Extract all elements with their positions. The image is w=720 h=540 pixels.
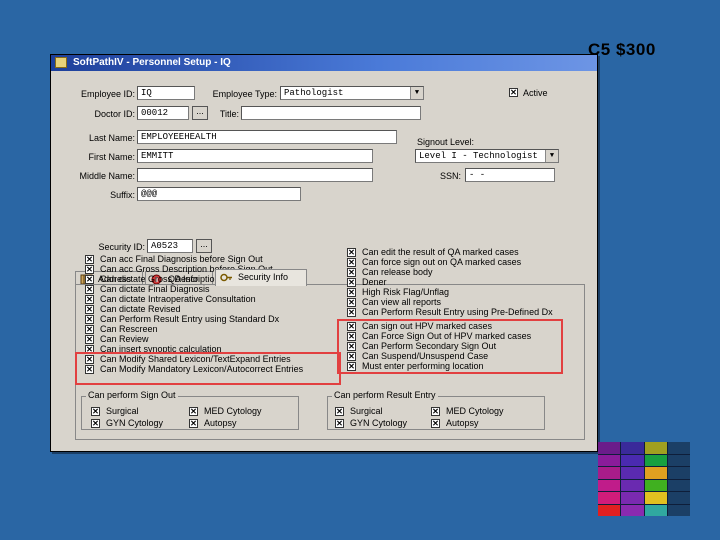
checkbox-label: MED Cytology xyxy=(446,406,504,416)
highlight-box-right xyxy=(337,319,563,374)
permission-label: Can Perform Result Entry using Pre-Defin… xyxy=(362,307,553,317)
permission-checkbox[interactable]: ✕ xyxy=(85,295,94,304)
chevron-down-icon[interactable]: ▼ xyxy=(545,150,558,162)
signout-level-select[interactable]: Level I - Technologist ▼ xyxy=(415,149,559,163)
permission-checkbox[interactable]: ✕ xyxy=(85,315,94,324)
signout-level-value: Level I - Technologist xyxy=(419,151,538,161)
permission-label: Can dictate Revised xyxy=(100,304,181,314)
tab-security-info-label: Security Info xyxy=(238,272,289,282)
permission-label: Can Rescreen xyxy=(100,324,158,334)
permission-label: Can release body xyxy=(362,267,433,277)
checkbox[interactable]: ✕ xyxy=(189,419,198,428)
checkbox[interactable]: ✕ xyxy=(335,419,344,428)
doctor-id-browse-button[interactable]: ... xyxy=(192,106,208,120)
checkbox-label: MED Cytology xyxy=(204,406,262,416)
active-checkbox[interactable]: ✕ xyxy=(509,88,518,97)
title-label: Title: xyxy=(219,109,239,119)
tab-security-info[interactable]: Security Info xyxy=(215,269,307,286)
signout-level-label: Signout Level: xyxy=(417,137,475,147)
doctor-id-label: Doctor ID: xyxy=(94,109,135,119)
slide-price-label: C5 $300 xyxy=(588,40,656,59)
key-icon xyxy=(220,273,232,282)
checkbox-label: GYN Cytology xyxy=(350,418,408,428)
middle-name-label: Middle Name: xyxy=(79,171,135,181)
employee-type-select[interactable]: Pathologist ▼ xyxy=(280,86,424,100)
permission-label: Can Review xyxy=(100,334,149,344)
checkbox-label: Autopsy xyxy=(446,418,479,428)
permission-checkbox[interactable]: ✕ xyxy=(347,308,356,317)
first-name-field[interactable]: EMMITT xyxy=(137,149,373,163)
signout-group-title: Can perform Sign Out xyxy=(86,390,178,400)
employee-type-label: Employee Type: xyxy=(212,89,277,99)
last-name-field[interactable]: EMPLOYEEHEALTH xyxy=(137,130,397,144)
suffix-field[interactable]: @@@ xyxy=(137,187,301,201)
permission-label: High Risk Flag/Unflag xyxy=(362,287,450,297)
permission-checkbox[interactable]: ✕ xyxy=(85,305,94,314)
permission-checkbox[interactable]: ✕ xyxy=(85,335,94,344)
checkbox[interactable]: ✕ xyxy=(189,407,198,416)
checkbox[interactable]: ✕ xyxy=(91,407,100,416)
permission-checkbox[interactable]: ✕ xyxy=(347,248,356,257)
checkbox[interactable]: ✕ xyxy=(335,407,344,416)
permission-label: Can view all reports xyxy=(362,297,442,307)
security-id-browse-button[interactable]: ... xyxy=(196,239,212,253)
checkbox[interactable]: ✕ xyxy=(431,407,440,416)
permission-label: Can edit the result of QA marked cases xyxy=(362,247,519,257)
app-icon xyxy=(55,57,67,68)
permission-checkbox[interactable]: ✕ xyxy=(347,298,356,307)
permission-checkbox[interactable]: ✕ xyxy=(85,285,94,294)
checkbox-label: Autopsy xyxy=(204,418,237,428)
permission-checkbox[interactable]: ✕ xyxy=(85,255,94,264)
employee-id-field[interactable]: IQ xyxy=(137,86,195,100)
permission-checkbox[interactable]: ✕ xyxy=(347,278,356,287)
permission-checkbox[interactable]: ✕ xyxy=(347,288,356,297)
suffix-label: Suffix: xyxy=(110,190,135,200)
security-id-field[interactable]: A0523 xyxy=(147,239,193,253)
ssn-label: SSN: xyxy=(439,171,461,181)
permission-checkbox[interactable]: ✕ xyxy=(347,268,356,277)
permission-label: Dener xyxy=(362,277,387,287)
permission-label: Can force sign out on QA marked cases xyxy=(362,257,522,267)
first-name-label: First Name: xyxy=(88,152,135,162)
title-field[interactable] xyxy=(241,106,421,120)
result-entry-group-title: Can perform Result Entry xyxy=(332,390,438,400)
chevron-down-icon[interactable]: ▼ xyxy=(410,87,423,99)
checkbox-label: GYN Cytology xyxy=(106,418,164,428)
permission-label: Can dictate Gross Description xyxy=(100,274,220,284)
permission-label: Can dictate Intraoperative Consultation xyxy=(100,294,256,304)
ssn-field[interactable]: - - xyxy=(465,168,555,182)
active-label: Active xyxy=(523,88,548,98)
window-title: SoftPathIV - Personnel Setup - IQ xyxy=(73,57,231,68)
checkbox[interactable]: ✕ xyxy=(91,419,100,428)
last-name-label: Last Name: xyxy=(88,133,135,143)
permission-checkbox[interactable]: ✕ xyxy=(347,258,356,267)
permission-checkbox[interactable]: ✕ xyxy=(85,265,94,274)
window-titlebar[interactable]: SoftPathIV - Personnel Setup - IQ xyxy=(51,55,597,71)
checkbox-label: Surgical xyxy=(350,406,383,416)
employee-type-value: Pathologist xyxy=(284,88,344,98)
personnel-setup-window: SoftPathIV - Personnel Setup - IQ Employ… xyxy=(50,54,598,452)
doctor-id-field[interactable]: 00012 xyxy=(137,106,189,120)
permission-label: Can dictate Final Diagnosis xyxy=(100,284,210,294)
permission-checkbox[interactable]: ✕ xyxy=(85,325,94,334)
checkbox[interactable]: ✕ xyxy=(431,419,440,428)
color-palette-thumbnail xyxy=(598,442,690,516)
permission-label: Can Perform Result Entry using Standard … xyxy=(100,314,280,324)
permission-checkbox[interactable]: ✕ xyxy=(85,275,94,284)
employee-id-label: Employee ID: xyxy=(80,89,135,99)
middle-name-field[interactable] xyxy=(137,168,373,182)
security-id-label: Security ID: xyxy=(98,242,145,252)
checkbox-label: Surgical xyxy=(106,406,139,416)
highlight-box-left xyxy=(75,352,341,385)
permission-label: Can acc Final Diagnosis before Sign Out xyxy=(100,254,263,264)
